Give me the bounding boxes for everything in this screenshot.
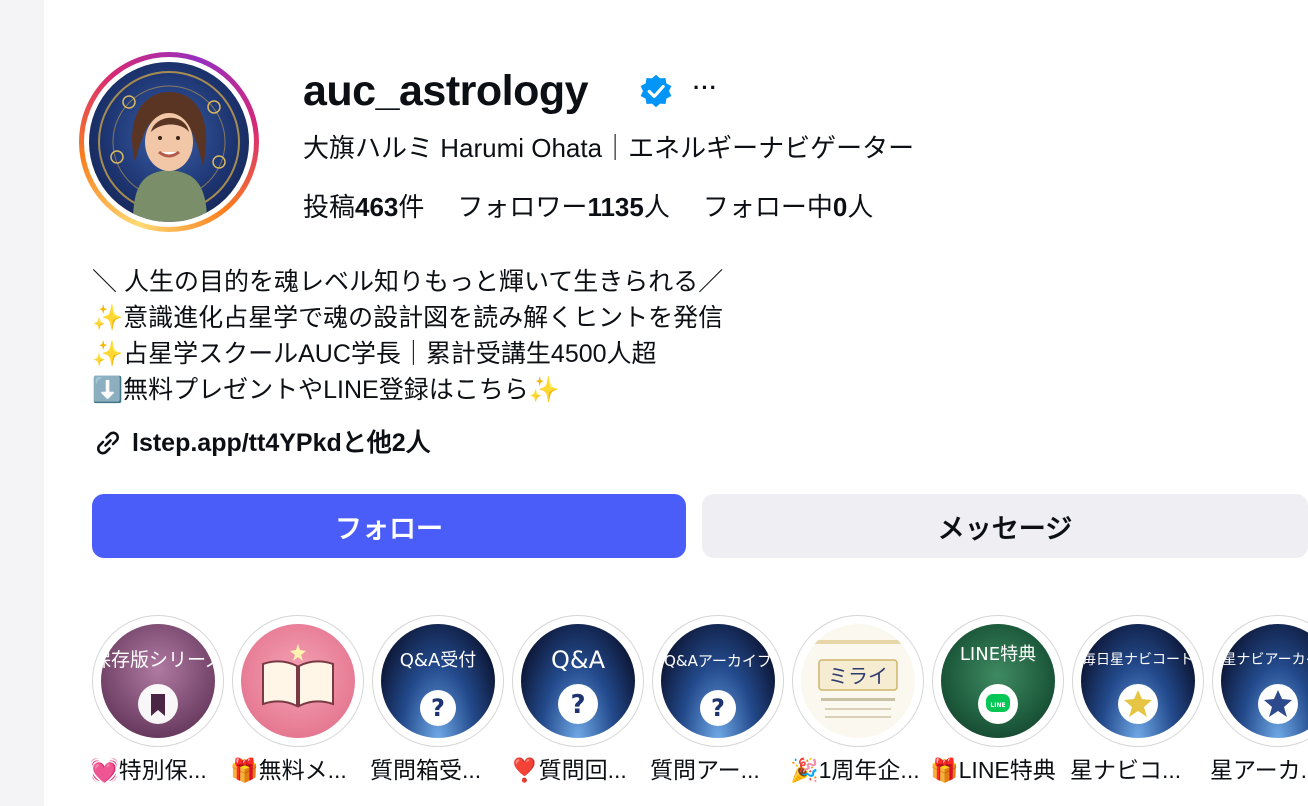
- highlight-cover-text: Q&A受付: [400, 650, 477, 671]
- highlight-label: 質問箱受...: [370, 757, 482, 783]
- story-highlight[interactable]: 毎日星ナビコード 星ナビコ...: [1070, 615, 1206, 783]
- highlight-label: 💓特別保...: [90, 757, 207, 783]
- story-highlight[interactable]: 星ナビアーカイブ 星アーカ...: [1210, 615, 1308, 783]
- highlight-cover-text: 保存版シリーズ: [101, 649, 215, 671]
- highlight-label: 🎉1周年企...: [790, 757, 920, 783]
- story-highlight[interactable]: 🎁無料メ...: [230, 615, 366, 783]
- story-highlight[interactable]: LINE特典 LINE 🎁LINE特典: [930, 615, 1066, 783]
- profile-full-name: 大旗ハルミ Harumi Ohata｜エネルギーナビゲーター: [303, 133, 915, 163]
- bio-line: ✨意識進化占星学で魂の設計図を読み解くヒントを発信: [92, 304, 724, 332]
- bio-line: ✨占星学スクールAUC学長｜累計受講生4500人超: [92, 340, 657, 368]
- profile-username: auc_astrology: [303, 67, 589, 115]
- following-count[interactable]: フォロー中0人: [703, 190, 874, 224]
- more-options-button[interactable]: ···: [693, 76, 718, 100]
- highlight-label: 質問アー...: [650, 757, 760, 783]
- open-book-icon: [262, 644, 334, 708]
- profile-avatar[interactable]: [79, 52, 259, 232]
- sidebar-edge: [0, 0, 44, 806]
- bio-line: ⬇️無料プレゼントやLINE登録はこちら✨: [92, 376, 560, 404]
- story-highlight[interactable]: Q&A ? ❣️質問回...: [510, 615, 646, 783]
- highlight-label: 🎁LINE特典: [930, 757, 1056, 783]
- avatar-photo: [89, 62, 249, 222]
- verified-badge-icon: [640, 74, 672, 108]
- highlight-cover-text: 毎日星ナビコード: [1082, 652, 1194, 668]
- question-icon: ?: [711, 694, 725, 722]
- highlight-cover-text: Q&A: [551, 646, 606, 674]
- svg-text:LINE: LINE: [990, 702, 1005, 709]
- follow-button[interactable]: フォロー: [92, 494, 686, 558]
- link-text[interactable]: lstep.app/tt4YPkdと他2人: [132, 426, 431, 460]
- story-highlight[interactable]: ミライ 🎉1周年企...: [790, 615, 926, 783]
- story-highlight[interactable]: 保存版シリーズ 💓特別保...: [90, 615, 226, 783]
- profile-bio: ＼ 人生の目的を魂レベル知りもっと輝いて生きられる／ ✨意識進化占星学で魂の設計…: [92, 264, 723, 408]
- followers-count[interactable]: フォロワー1135人: [457, 190, 669, 224]
- highlight-cover-text: Q&Aアーカイブ: [664, 652, 772, 670]
- profile-stats: 投稿463件 フォロワー1135人 フォロー中0人: [303, 190, 873, 224]
- highlight-cover-text: ミライ: [828, 664, 888, 688]
- story-highlight[interactable]: Q&Aアーカイブ ? 質問アー...: [650, 615, 786, 783]
- profile-link[interactable]: lstep.app/tt4YPkdと他2人: [92, 426, 431, 460]
- question-icon: ?: [570, 690, 585, 720]
- document-icon: ミライ: [809, 640, 907, 718]
- posts-count: 投稿463件: [303, 192, 425, 222]
- highlight-label: 星ナビコ...: [1070, 757, 1182, 783]
- message-button[interactable]: メッセージ: [702, 494, 1308, 558]
- highlight-label: ❣️質問回...: [510, 757, 627, 783]
- highlight-cover-text: LINE特典: [960, 644, 1036, 665]
- highlight-label: 星アーカ...: [1210, 757, 1308, 783]
- story-highlight[interactable]: Q&A受付 ? 質問箱受...: [370, 615, 506, 783]
- link-icon: [97, 431, 119, 455]
- bio-line: ＼ 人生の目的を魂レベル知りもっと輝いて生きられる／: [92, 268, 724, 296]
- question-icon: ?: [431, 694, 445, 722]
- highlight-cover-text: 星ナビアーカイブ: [1222, 651, 1308, 668]
- highlight-label: 🎁無料メ...: [230, 757, 347, 783]
